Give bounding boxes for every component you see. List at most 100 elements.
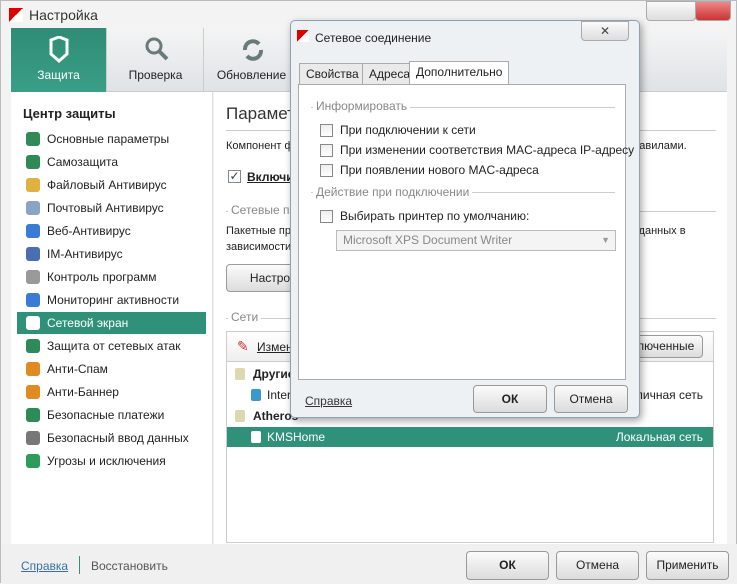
dialog-title: Сетевое соединение [315, 31, 432, 45]
chevron-down-icon: ▼ [601, 235, 610, 245]
sidebar-item-label: Безопасные платежи [47, 408, 165, 422]
checkbox-label: Выбирать принтер по умолчанию: [340, 209, 530, 223]
checkbox-label: При изменении соответствия MAC-адреса IP… [340, 143, 635, 157]
sidebar-item-icon [26, 132, 40, 146]
inform-group-label: Информировать [313, 99, 411, 113]
cancel-button[interactable]: Отмена [556, 551, 639, 580]
dialog-ok-button[interactable]: ОК [473, 385, 547, 413]
description: Компонент ф [226, 140, 294, 152]
sidebar-item[interactable]: Анти-Спам [17, 358, 206, 380]
sidebar-item-label: Мониторинг активности [47, 293, 180, 307]
adapter-icon [235, 368, 245, 380]
group-label: Сетевые п [228, 203, 293, 217]
help-link[interactable]: Справка [21, 559, 68, 573]
sidebar-item[interactable]: Основные параметры [17, 128, 206, 150]
printer-select[interactable]: Microsoft XPS Document Writer ▼ [336, 230, 616, 251]
dialog-tab-properties[interactable]: Свойства [299, 63, 366, 85]
network-type: бличная сеть [629, 388, 703, 402]
tab-protection[interactable]: Защита [11, 28, 107, 92]
enable-checkbox[interactable]: ✓ [228, 170, 241, 183]
close-button[interactable] [695, 1, 731, 21]
sidebar-item[interactable]: Анти-Баннер [17, 381, 206, 403]
sidebar-item[interactable]: Почтовый Антивирус [17, 197, 206, 219]
sidebar-item[interactable]: Безопасные платежи [17, 404, 206, 426]
sidebar-item-icon [26, 155, 40, 169]
sidebar-item-icon [26, 270, 40, 284]
sidebar-item-label: Самозащита [47, 155, 119, 169]
sidebar-item-label: Веб-Антивирус [47, 224, 131, 238]
sidebar-item-icon [26, 224, 40, 238]
sidebar: Центр защиты Основные параметры Самозащит… [11, 92, 213, 544]
sidebar-item-icon [26, 316, 40, 330]
pencil-icon: ✎ [237, 338, 249, 354]
sidebar-item-icon [26, 247, 40, 261]
checkbox-label: При подключении к сети [340, 123, 476, 137]
sidebar-item-icon [26, 385, 40, 399]
dialog-cancel-button[interactable]: Отмена [554, 385, 628, 413]
sidebar-item[interactable]: Безопасный ввод данных [17, 427, 206, 449]
sidebar-item-label: Файловый Антивирус [47, 178, 167, 192]
sidebar-heading: Центр защиты [23, 106, 116, 121]
sidebar-item[interactable]: Мониторинг активности [17, 289, 206, 311]
enable-label: Включи [247, 170, 294, 184]
kaspersky-logo-icon [297, 30, 309, 42]
sidebar-item[interactable]: Файловый Антивирус [17, 174, 206, 196]
network-name: Inter [267, 388, 292, 402]
network-type: Локальная сеть [615, 430, 703, 444]
dialog-tab-advanced[interactable]: Дополнительно [409, 61, 510, 85]
sidebar-item[interactable]: IM-Антивирус [17, 243, 206, 265]
sidebar-item-label: Контроль программ [47, 270, 157, 284]
network-name: Другие [253, 367, 295, 381]
advanced-tab-content: Информировать При подключении к сети При… [298, 84, 634, 380]
sidebar-item-label: Сетевой экран [47, 316, 129, 330]
packet-desc: Пакетные пр [226, 225, 291, 237]
sidebar-item-icon [26, 408, 40, 422]
sidebar-item-label: Угрозы и исключения [47, 454, 166, 468]
sidebar-item[interactable]: Сетевой экран [17, 312, 206, 334]
dialog-help-link[interactable]: Справка [305, 394, 352, 408]
apply-button[interactable]: Применить [646, 551, 729, 580]
ok-button[interactable]: ОК [466, 551, 549, 580]
divider [79, 556, 80, 574]
kaspersky-logo-icon [9, 8, 23, 22]
sidebar-item[interactable]: Контроль программ [17, 266, 206, 288]
search-icon [145, 37, 169, 61]
sidebar-item-label: Почтовый Антивирус [47, 201, 164, 215]
sidebar-item-icon [26, 293, 40, 307]
network-row[interactable]: KMSHome Локальная сеть [227, 427, 713, 447]
sidebar-item-icon [26, 339, 40, 353]
tab-scan[interactable]: Проверка [108, 28, 204, 92]
dialog-close-button[interactable]: ✕ [581, 21, 629, 41]
network-icon [251, 431, 261, 443]
network-name: KMSHome [267, 430, 326, 444]
sidebar-item-label: Безопасный ввод данных [47, 431, 189, 445]
sidebar-item-label: Основные параметры [47, 132, 170, 146]
sidebar-item-icon [26, 178, 40, 192]
minimize-button[interactable] [646, 1, 696, 21]
packet-desc-2: зависимости [226, 241, 292, 253]
sidebar-item[interactable]: Веб-Антивирус [17, 220, 206, 242]
sidebar-item-label: Защита от сетевых атак [47, 339, 181, 353]
networks-group-label: Сети [228, 310, 262, 324]
tab-update[interactable]: Обновление [204, 28, 300, 92]
sidebar-item-icon [26, 454, 40, 468]
refresh-icon [243, 39, 263, 61]
sidebar-item[interactable]: Защита от сетевых атак [17, 335, 206, 357]
sidebar-item-icon [26, 201, 40, 215]
action-group-label: Действие при подключении [313, 185, 473, 199]
sidebar-item-icon [26, 362, 40, 376]
window-title: Настройка [29, 7, 98, 23]
network-connection-dialog: Сетевое соединение ✕ Свойства Адреса Доп… [290, 20, 640, 418]
tab-label: Обновление [216, 68, 287, 82]
tab-label: Проверка [128, 68, 183, 82]
sidebar-item[interactable]: Самозащита [17, 151, 206, 173]
footer: Справка Восстановить ОК Отмена Применить [1, 544, 737, 584]
printer-select-value: Microsoft XPS Document Writer [343, 233, 513, 247]
tab-label: Защита [37, 68, 80, 82]
edit-link[interactable]: Измен [257, 340, 293, 354]
shield-icon [49, 36, 69, 63]
sidebar-item[interactable]: Угрозы и исключения [17, 450, 206, 472]
checkbox-label: При появлении нового MAC-адреса [340, 163, 539, 177]
sidebar-item-label: Анти-Баннер [47, 385, 119, 399]
restore-link[interactable]: Восстановить [91, 559, 168, 573]
